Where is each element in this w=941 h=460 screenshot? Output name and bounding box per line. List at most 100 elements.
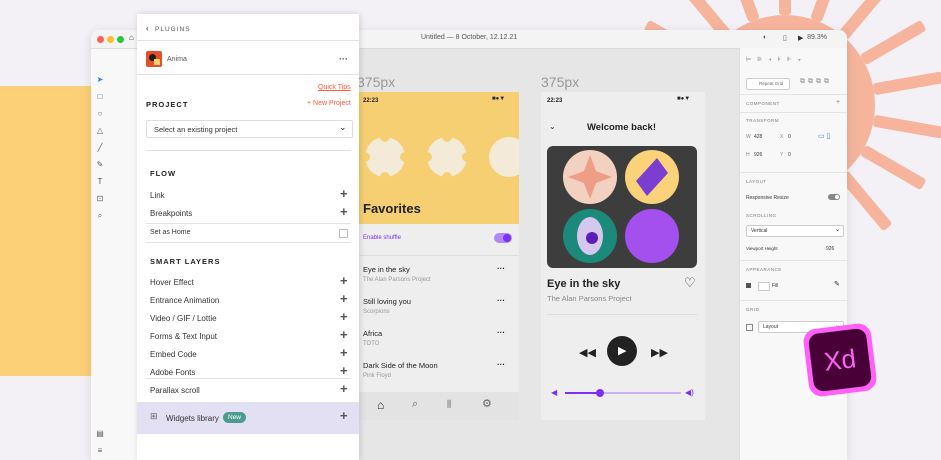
project-select[interactable]: Select an existing project ⌄ bbox=[146, 120, 353, 138]
rotate-icon[interactable]: ▭ ▯ bbox=[818, 132, 830, 140]
smart-item-entrance-animation[interactable]: Entrance Animation bbox=[150, 296, 219, 305]
song-row-2[interactable]: Still loving you Scorpions bbox=[363, 297, 411, 315]
more-icon[interactable]: ··· bbox=[339, 54, 348, 64]
add-adobe-fonts-icon[interactable]: + bbox=[340, 363, 348, 378]
polygon-tool-icon[interactable]: △ bbox=[95, 126, 105, 136]
home-icon[interactable]: ⌂ bbox=[377, 398, 384, 412]
chevron-down-icon: ⌄ bbox=[834, 227, 840, 233]
search-icon[interactable]: ⌕ bbox=[412, 398, 418, 411]
plugins-back-label[interactable]: PLUGINS bbox=[155, 26, 191, 33]
scrolling-select[interactable]: Vertical ⌄ bbox=[746, 225, 844, 237]
smart-item-adobe-fonts[interactable]: Adobe Fonts bbox=[150, 368, 195, 377]
zoom-tool-icon[interactable]: ⌕ bbox=[95, 211, 105, 221]
pen-tool-icon[interactable]: ✎ bbox=[95, 160, 105, 170]
song-row-1[interactable]: Eye in the sky The Alan Parsons Project bbox=[363, 265, 431, 283]
more-icon[interactable]: ··· bbox=[497, 264, 505, 273]
song-row-4[interactable]: Dark Side of the Moon Pink Floyd bbox=[363, 361, 438, 379]
repeat-grid-button[interactable]: Repeat Grid bbox=[746, 78, 790, 90]
share-icon[interactable]: ◐ bbox=[763, 34, 767, 41]
add-video-icon[interactable]: + bbox=[340, 309, 348, 324]
document-title[interactable]: Untitled — 8 October, 12.12.21 bbox=[421, 34, 517, 41]
responsive-toggle[interactable] bbox=[828, 194, 840, 200]
set-as-home-label: Set as Home bbox=[150, 229, 191, 236]
set-as-home-checkbox[interactable] bbox=[339, 229, 348, 238]
y-input[interactable]: 0 bbox=[788, 152, 791, 158]
responsive-label: Responsive Resize bbox=[746, 195, 789, 201]
ellipse-tool-icon[interactable]: ○ bbox=[95, 109, 105, 119]
add-widget-icon[interactable]: + bbox=[340, 408, 348, 423]
smart-item-hover-effect[interactable]: Hover Effect bbox=[150, 278, 194, 287]
volume-knob[interactable] bbox=[595, 389, 604, 397]
widgets-library-label: Widgets library bbox=[166, 414, 219, 423]
viewport-input[interactable]: 926 bbox=[826, 246, 834, 252]
volume-fill bbox=[565, 392, 600, 394]
flow-item-breakpoints[interactable]: Breakpoints bbox=[150, 209, 192, 218]
eyedropper-icon[interactable]: ✎ bbox=[834, 280, 840, 288]
heart-icon[interactable]: ♡ bbox=[684, 275, 696, 291]
align-icons[interactable]: ⊨⊪⫞⊧⊩⫟ bbox=[746, 56, 807, 64]
add-forms-icon[interactable]: + bbox=[340, 327, 348, 342]
add-embed-code-icon[interactable]: + bbox=[340, 345, 348, 360]
close-window-button[interactable] bbox=[97, 36, 104, 43]
height-input[interactable]: 926 bbox=[754, 152, 762, 158]
assets-icon[interactable]: ▤ bbox=[95, 429, 105, 439]
add-entrance-animation-icon[interactable]: + bbox=[340, 291, 348, 306]
play-icon: ▶ bbox=[618, 345, 627, 357]
library-icon[interactable]: ⫼ bbox=[447, 399, 451, 410]
quick-tips-link[interactable]: Quick Tips bbox=[318, 84, 351, 91]
new-project-link[interactable]: + New Project bbox=[307, 100, 351, 107]
album-art bbox=[547, 146, 697, 268]
select-tool-icon[interactable]: ➤ bbox=[95, 75, 105, 85]
volume-low-icon: ◀ bbox=[551, 388, 558, 397]
artboard-favorites[interactable]: 22:23 ■●▼ Favorites Enable shuffle Eye i… bbox=[357, 92, 519, 420]
grid-checkbox[interactable] bbox=[746, 324, 753, 331]
fill-swatch[interactable] bbox=[758, 282, 770, 291]
flow-item-link[interactable]: Link bbox=[150, 191, 165, 200]
widgets-library-row[interactable]: ⊞ Widgets library New + bbox=[137, 402, 359, 434]
more-icon[interactable]: ··· bbox=[497, 296, 505, 305]
more-icon[interactable]: ··· bbox=[497, 328, 505, 337]
fill-checkbox[interactable] bbox=[746, 283, 751, 288]
song-artist: Scorpions bbox=[363, 309, 390, 315]
line-tool-icon[interactable]: ╱ bbox=[95, 143, 105, 153]
anima-plugin-panel: ‹ PLUGINS Anima ··· Quick Tips PROJECT +… bbox=[137, 14, 359, 460]
shuffle-toggle[interactable] bbox=[494, 233, 512, 243]
play-preview-icon[interactable]: ▶ bbox=[798, 34, 803, 42]
rectangle-tool-icon[interactable]: □ bbox=[95, 92, 105, 102]
x-input[interactable]: 0 bbox=[788, 134, 791, 140]
smart-item-parallax-scroll[interactable]: Parallax scroll bbox=[150, 386, 200, 395]
add-component-icon[interactable]: + bbox=[836, 99, 840, 106]
more-icon[interactable]: ··· bbox=[497, 360, 505, 369]
add-hover-effect-icon[interactable]: + bbox=[340, 273, 348, 288]
artboard-player[interactable]: 22:23 ■●▼ ⌄ Welcome back! Eye in the sky… bbox=[541, 92, 705, 420]
smart-item-forms[interactable]: Forms & Text Input bbox=[150, 332, 217, 341]
smart-item-embed-code[interactable]: Embed Code bbox=[150, 350, 197, 359]
artboard-tool-icon[interactable]: ⊡ bbox=[95, 194, 105, 204]
component-section: COMPONENT bbox=[746, 101, 780, 106]
add-link-icon[interactable]: + bbox=[340, 186, 348, 201]
device-preview-icon[interactable]: ▯ bbox=[783, 34, 787, 42]
layers-icon[interactable]: ≡ bbox=[95, 446, 105, 456]
minimize-window-button[interactable] bbox=[107, 36, 114, 43]
play-button[interactable]: ▶ bbox=[607, 336, 637, 366]
text-tool-icon[interactable]: T bbox=[95, 177, 105, 187]
song-title: Dark Side of the Moon bbox=[363, 361, 438, 370]
add-parallax-scroll-icon[interactable]: + bbox=[340, 381, 348, 396]
add-breakpoints-icon[interactable]: + bbox=[340, 204, 348, 219]
property-inspector: ⊨⊪⫞⊧⊩⫟ Repeat Grid ⧉⧉⧉⧉ COMPONENT + TRAN… bbox=[739, 48, 847, 460]
smart-item-video[interactable]: Video / GIF / Lottie bbox=[150, 314, 217, 323]
zoom-level[interactable]: 89.3% bbox=[807, 34, 827, 41]
home-icon[interactable]: ⌂ bbox=[129, 33, 134, 42]
song-artist: The Alan Parsons Project bbox=[363, 277, 431, 283]
song-row-3[interactable]: Africa TOTO bbox=[363, 329, 382, 347]
anima-logo bbox=[146, 51, 162, 67]
rewind-icon[interactable]: ◀◀ bbox=[579, 346, 596, 359]
forward-icon[interactable]: ▶▶ bbox=[651, 346, 668, 359]
settings-icon[interactable]: ⚙ bbox=[482, 397, 492, 410]
maximize-window-button[interactable] bbox=[117, 36, 124, 43]
volume-slider[interactable] bbox=[565, 389, 681, 397]
chevron-down-icon[interactable]: ⌄ bbox=[549, 122, 556, 131]
back-chevron-icon[interactable]: ‹ bbox=[146, 24, 149, 33]
boolean-icons[interactable]: ⧉⧉⧉⧉ bbox=[800, 78, 832, 86]
width-input[interactable]: 428 bbox=[754, 134, 762, 140]
